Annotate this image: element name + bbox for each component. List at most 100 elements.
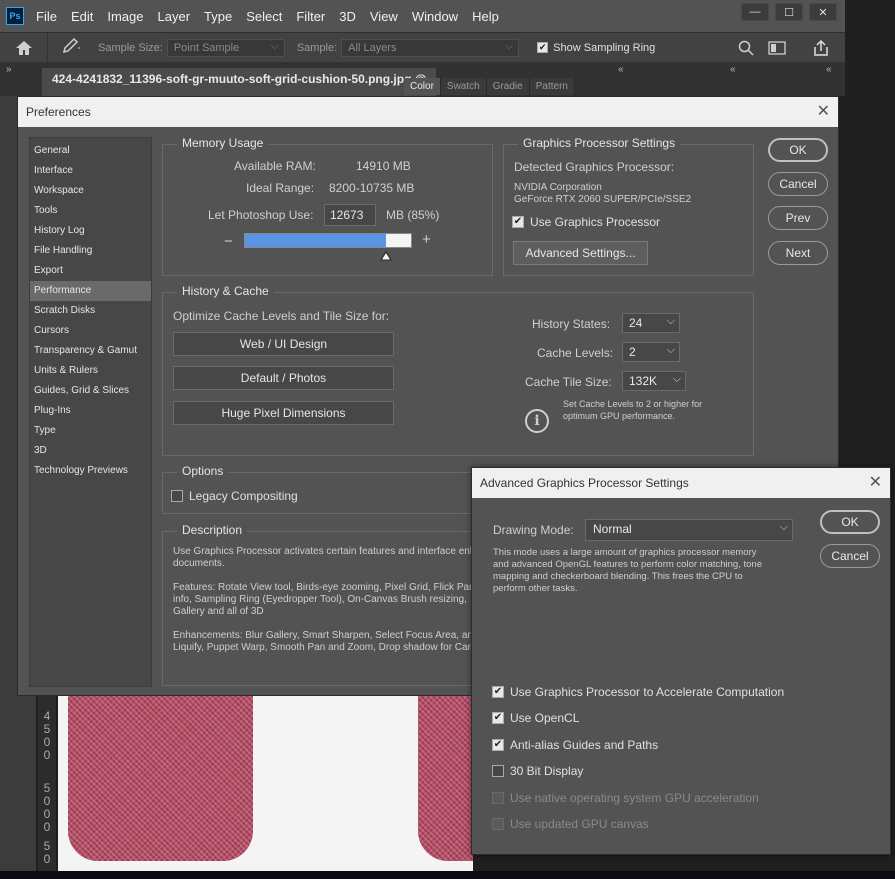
description-title: Description [177, 523, 248, 537]
close-icon[interactable]: ✕ [869, 468, 882, 498]
huge-pixel-dimensions-button[interactable]: Huge Pixel Dimensions [173, 401, 394, 425]
minimize-button[interactable]: — [741, 3, 769, 21]
taskbar [0, 871, 895, 879]
menu-help[interactable]: Help [472, 9, 499, 24]
tab-gradients[interactable]: Gradie [486, 78, 530, 95]
eyedropper-tool-icon[interactable] [60, 37, 90, 58]
share-icon[interactable] [812, 39, 830, 60]
cancel-button[interactable]: Cancel [768, 172, 828, 196]
tab-color[interactable]: Color [404, 78, 441, 95]
category-3d[interactable]: 3D [30, 441, 151, 461]
category-cursors[interactable]: Cursors [30, 321, 151, 341]
drawing-mode-select[interactable]: Normal ⌵ [585, 519, 793, 541]
web-ui-design-button[interactable]: Web / UI Design [173, 332, 394, 356]
advanced-title-bar: Advanced Graphics Processor Settings ✕ [472, 468, 890, 498]
use-opencl-checkbox[interactable]: ✔ [492, 712, 504, 724]
tab-swatches[interactable]: Swatch [440, 78, 487, 95]
accelerate-computation-checkbox[interactable]: ✔ [492, 686, 504, 698]
memory-unit-label: MB (85%) [386, 208, 440, 222]
show-sampling-ring-checkbox[interactable]: ✔ [537, 42, 549, 53]
menu-filter[interactable]: Filter [296, 9, 325, 24]
mode-desc-line: and advanced OpenGL features to perform … [493, 559, 762, 570]
advanced-settings-button[interactable]: Advanced Settings... [513, 241, 648, 265]
menu-image[interactable]: Image [107, 9, 143, 24]
legacy-compositing-option[interactable]: Legacy Compositing [171, 489, 298, 503]
category-guides-grid[interactable]: Guides, Grid & Slices [30, 381, 151, 401]
category-transparency[interactable]: Transparency & Gamut [30, 341, 151, 361]
menu-type[interactable]: Type [204, 9, 232, 24]
menu-layer[interactable]: Layer [158, 9, 191, 24]
menu-3d[interactable]: 3D [339, 9, 356, 24]
sample-size-select[interactable]: Point Sample [166, 38, 285, 57]
let-photoshop-use-input[interactable]: 12673 [324, 204, 376, 226]
30-bit-display-option[interactable]: 30 Bit Display [492, 764, 583, 778]
category-interface[interactable]: Interface [30, 161, 151, 181]
memory-slider-track[interactable] [244, 233, 412, 248]
category-units-rulers[interactable]: Units & Rulers [30, 361, 151, 381]
home-icon [15, 40, 32, 55]
collapse-left-icon[interactable]: » [6, 64, 12, 75]
drawing-mode-description: This mode uses a large amount of graphic… [493, 547, 783, 595]
category-performance[interactable]: Performance [30, 281, 151, 301]
app-close-button[interactable]: ✕ [809, 3, 837, 21]
use-graphics-processor-checkbox[interactable]: ✔ [512, 216, 524, 228]
category-export[interactable]: Export [30, 261, 151, 281]
memory-decrease-button[interactable]: − [224, 233, 233, 250]
show-sampling-ring-label: Show Sampling Ring [553, 41, 656, 54]
legacy-compositing-checkbox[interactable] [171, 490, 183, 502]
default-photos-button[interactable]: Default / Photos [173, 366, 394, 390]
category-technology-previews[interactable]: Technology Previews [30, 461, 151, 481]
maximize-button[interactable]: ☐ [775, 3, 803, 21]
menu-edit[interactable]: Edit [71, 9, 93, 24]
history-states-select[interactable]: 24 ⌵ [622, 313, 680, 333]
sample-select[interactable]: All Layers [341, 38, 520, 57]
gpu-model: GeForce RTX 2060 SUPER/PCIe/SSE2 [514, 194, 692, 205]
close-icon[interactable]: ✕ [817, 97, 830, 127]
category-plug-ins[interactable]: Plug-Ins [30, 401, 151, 421]
category-tools[interactable]: Tools [30, 201, 151, 221]
prev-button[interactable]: Prev [768, 206, 828, 230]
category-general[interactable]: General [30, 141, 151, 161]
memory-increase-button[interactable]: + [422, 231, 431, 248]
document-tab[interactable]: 424-4241832_11396-soft-gr-muuto-soft-gri… [42, 68, 437, 96]
cache-levels-select[interactable]: 2 ⌵ [622, 342, 680, 362]
panel-collapse-icon-2[interactable]: « [730, 64, 736, 75]
panel-collapse-icon[interactable]: « [618, 64, 624, 75]
panel-collapse-icon-3[interactable]: « [826, 64, 832, 75]
accelerate-computation-option[interactable]: ✔ Use Graphics Processor to Accelerate C… [492, 685, 784, 699]
anti-alias-option[interactable]: ✔ Anti-alias Guides and Paths [492, 738, 658, 752]
use-opencl-option[interactable]: ✔ Use OpenCL [492, 711, 579, 725]
advanced-cancel-button[interactable]: Cancel [820, 544, 880, 568]
cache-note-line-2: optimum GPU performance. [563, 411, 676, 421]
advanced-ok-button[interactable]: OK [820, 510, 880, 534]
menu-view[interactable]: View [370, 9, 398, 24]
let-photoshop-use-label: Let Photoshop Use: [208, 208, 314, 222]
advanced-dialog-title: Advanced Graphics Processor Settings [480, 476, 689, 490]
cache-levels-label: Cache Levels: [537, 346, 614, 360]
memory-slider-thumb[interactable] [380, 251, 392, 261]
optimize-cache-label: Optimize Cache Levels and Tile Size for: [173, 309, 390, 323]
menu-select[interactable]: Select [246, 9, 282, 24]
chevron-down-icon: ⌵ [666, 344, 675, 356]
30-bit-display-checkbox[interactable] [492, 765, 504, 777]
home-button[interactable] [0, 32, 48, 63]
cache-tile-size-select[interactable]: 132K ⌵ [622, 371, 686, 391]
anti-alias-checkbox[interactable]: ✔ [492, 739, 504, 751]
tab-patterns[interactable]: Pattern [529, 78, 575, 95]
next-button[interactable]: Next [768, 241, 828, 265]
menu-window[interactable]: Window [412, 9, 458, 24]
cache-note-line-1: Set Cache Levels to 2 or higher for [563, 399, 703, 409]
category-history-log[interactable]: History Log [30, 221, 151, 241]
category-workspace[interactable]: Workspace [30, 181, 151, 201]
workspace-icon[interactable] [768, 41, 786, 58]
document-tab-bar: » 424-4241832_11396-soft-gr-muuto-soft-g… [0, 62, 845, 96]
search-icon[interactable] [738, 40, 754, 59]
category-file-handling[interactable]: File Handling [30, 241, 151, 261]
category-scratch-disks[interactable]: Scratch Disks [30, 301, 151, 321]
menu-file[interactable]: File [36, 9, 57, 24]
use-graphics-processor-option[interactable]: ✔ Use Graphics Processor [512, 215, 660, 229]
ok-button[interactable]: OK [768, 138, 828, 162]
chevron-down-icon: ⌵ [672, 373, 681, 385]
category-type[interactable]: Type [30, 421, 151, 441]
document-canvas[interactable] [58, 696, 473, 871]
